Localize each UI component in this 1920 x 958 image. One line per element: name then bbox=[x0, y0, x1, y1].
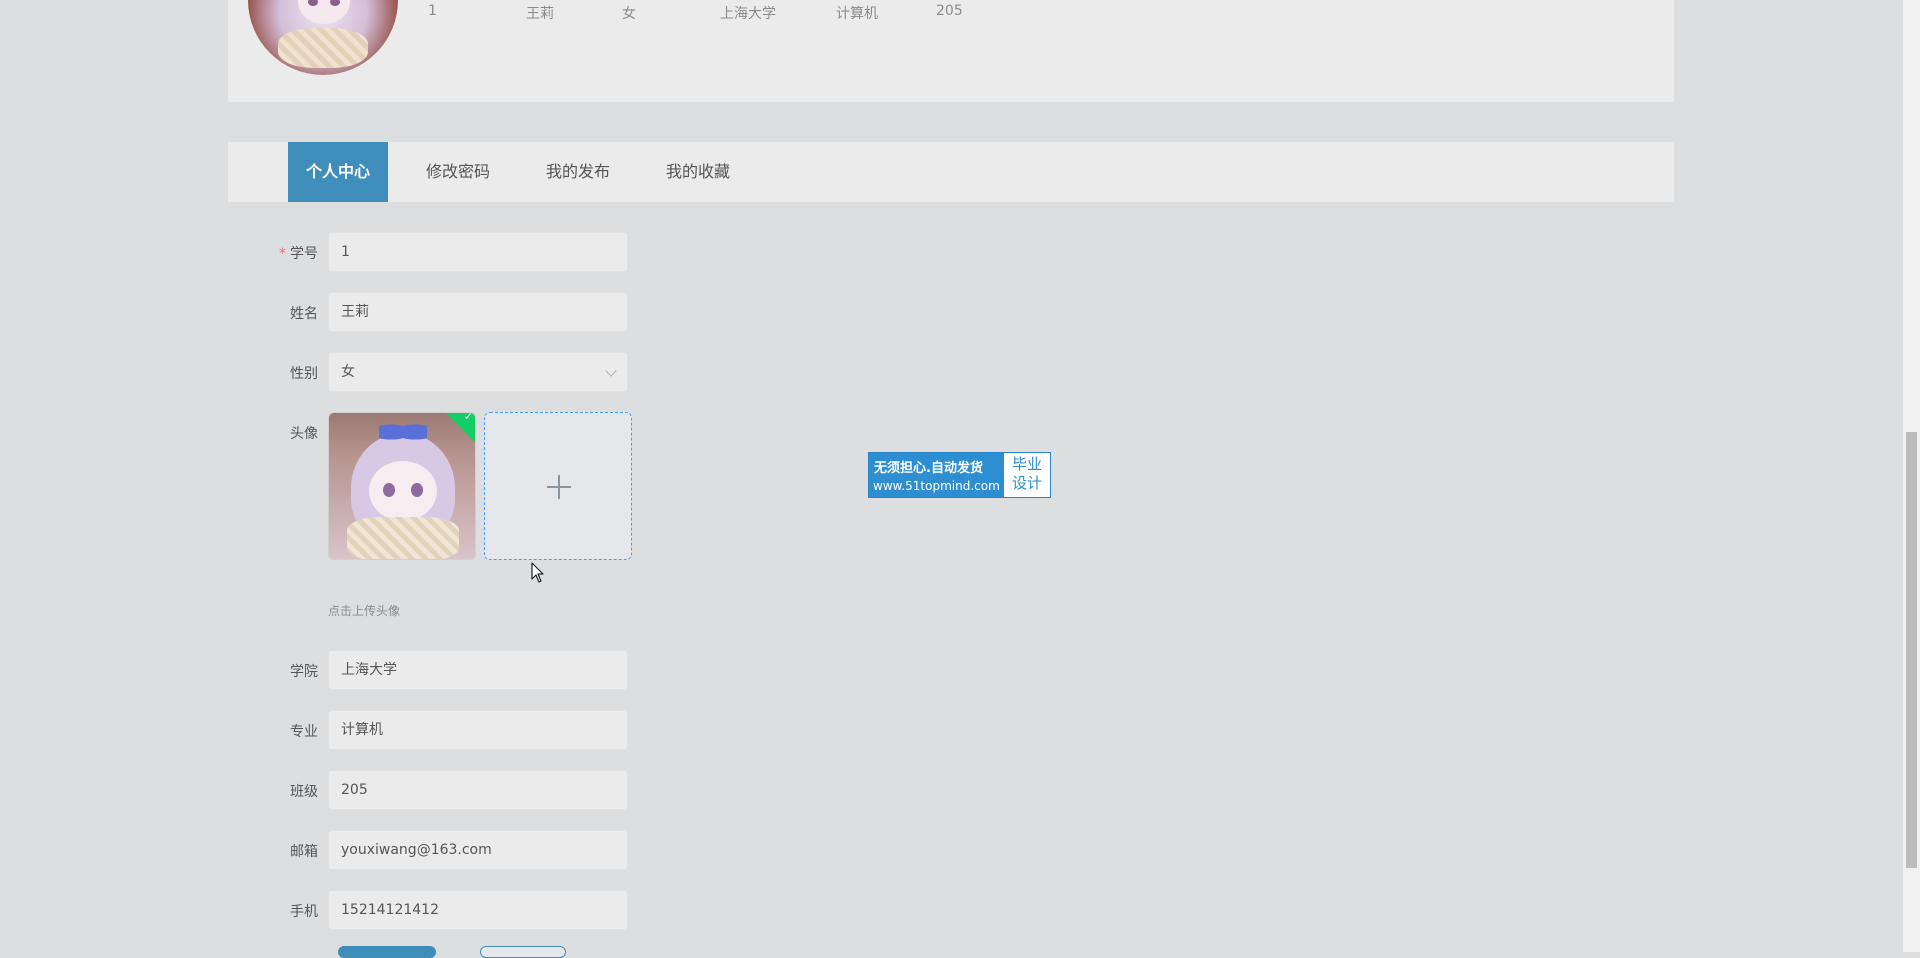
thumbnail-face bbox=[369, 461, 437, 521]
thumbnail-eye bbox=[383, 483, 395, 497]
phone-label: 手机 bbox=[290, 904, 318, 920]
gender-select[interactable]: 女 bbox=[328, 352, 628, 392]
thumbnail-scarf bbox=[347, 517, 459, 559]
avatar-eye bbox=[330, 0, 340, 6]
profile-summary-card: 1 王莉 女 上海大学 计算机 205 bbox=[228, 0, 1674, 102]
profile-college: 上海大学 bbox=[720, 6, 776, 22]
required-mark: * bbox=[279, 246, 286, 262]
profile-avatar bbox=[248, 0, 398, 75]
tab-bar: 个人中心 修改密码 我的发布 我的收藏 bbox=[228, 142, 1674, 202]
profile-student-no: 1 bbox=[428, 3, 437, 19]
submit-button[interactable] bbox=[338, 946, 436, 958]
avatar-eye bbox=[308, 0, 318, 6]
upload-avatar-tip: 点击上传头像 bbox=[328, 604, 401, 618]
name-input[interactable]: 王莉 bbox=[328, 292, 628, 332]
email-input[interactable]: youxiwang@163.com bbox=[328, 830, 628, 870]
ad-banner-left: 无须担心.自动发货 www.51topmind.com bbox=[869, 453, 1004, 497]
profile-gender: 女 bbox=[622, 6, 636, 22]
avatar-label: 头像 bbox=[290, 426, 318, 442]
class-input[interactable]: 205 bbox=[328, 770, 628, 810]
major-label: 专业 bbox=[290, 724, 318, 740]
thumbnail-eye bbox=[411, 483, 423, 497]
ad-line1: 无须担心.自动发货 bbox=[874, 461, 983, 476]
ad-banner-right: 毕业 设计 bbox=[1005, 455, 1049, 493]
page-scrollbar-thumb[interactable] bbox=[1906, 432, 1917, 868]
upload-success-badge: ✓ bbox=[442, 412, 475, 445]
phone-input[interactable]: 15214121412 bbox=[328, 890, 628, 930]
tab-my-favorites[interactable]: 我的收藏 bbox=[648, 142, 748, 202]
profile-name: 王莉 bbox=[526, 6, 554, 22]
avatar-scarf bbox=[278, 28, 368, 68]
avatar-upload-button[interactable] bbox=[484, 412, 632, 560]
tab-change-password[interactable]: 修改密码 bbox=[408, 142, 508, 202]
gender-select-value: 女 bbox=[341, 364, 355, 380]
mouse-pointer-icon bbox=[531, 562, 544, 583]
ad-right-top: 毕业 bbox=[1011, 455, 1042, 473]
tab-personal-center[interactable]: 个人中心 bbox=[288, 142, 388, 202]
student-no-label: * 学号 bbox=[279, 246, 318, 262]
ad-line2: www.51topmind.com bbox=[873, 479, 1000, 493]
tab-my-posts[interactable]: 我的发布 bbox=[528, 142, 628, 202]
uploaded-avatar-thumbnail[interactable]: ✓ bbox=[328, 412, 476, 560]
class-label: 班级 bbox=[290, 784, 318, 800]
thumbnail-bow bbox=[379, 419, 427, 445]
avatar-face bbox=[298, 0, 350, 24]
ad-banner[interactable]: 无须担心.自动发货 www.51topmind.com 毕业 设计 bbox=[868, 452, 1051, 498]
ad-right-bottom: 设计 bbox=[1011, 474, 1042, 492]
profile-major: 计算机 bbox=[836, 6, 878, 22]
gender-label: 性别 bbox=[290, 366, 318, 382]
email-label: 邮箱 bbox=[290, 844, 318, 860]
student-no-input[interactable]: 1 bbox=[328, 232, 628, 272]
check-icon: ✓ bbox=[463, 412, 473, 424]
college-label: 学院 bbox=[290, 664, 318, 680]
logout-button[interactable] bbox=[480, 946, 566, 958]
profile-class: 205 bbox=[936, 3, 963, 19]
chevron-down-icon bbox=[605, 365, 617, 377]
major-input[interactable]: 计算机 bbox=[328, 710, 628, 750]
name-label: 姓名 bbox=[290, 306, 318, 322]
college-input[interactable]: 上海大学 bbox=[328, 650, 628, 690]
plus-icon bbox=[547, 475, 571, 499]
